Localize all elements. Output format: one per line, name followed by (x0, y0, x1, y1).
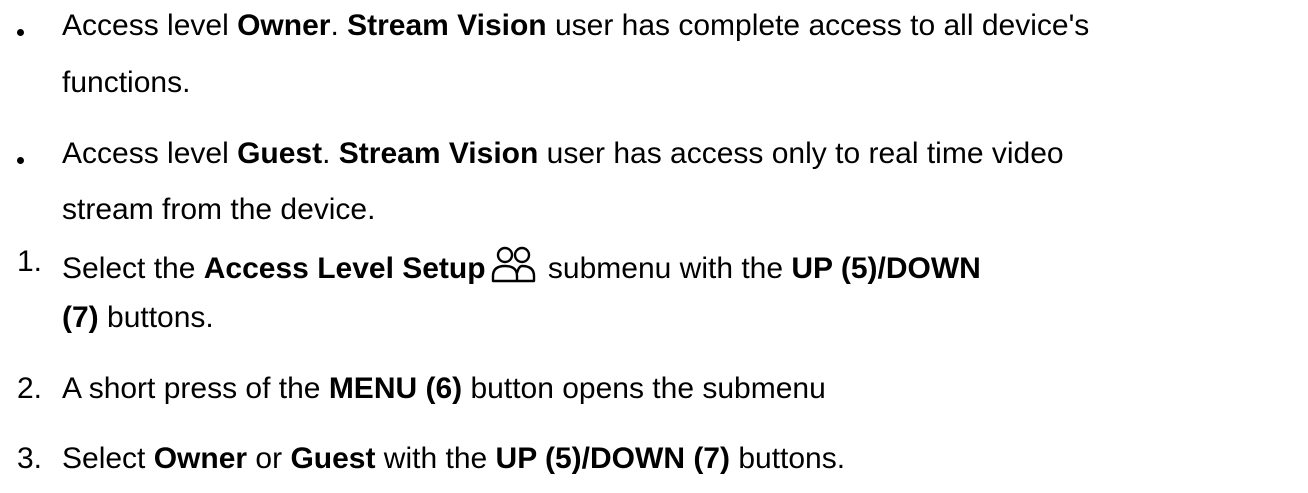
text: A short press of the (62, 372, 329, 405)
text: . (322, 137, 339, 170)
text: user has complete access to all device's (546, 9, 1090, 42)
button-name: UP (5)/DOWN (791, 252, 981, 285)
access-level-guest: Guest (237, 137, 323, 170)
text: buttons. (98, 301, 214, 334)
text: functions. (62, 66, 191, 99)
text: Select the (62, 252, 204, 285)
bullet-marker (17, 157, 24, 164)
step-number: 3. (17, 442, 43, 475)
text: Access level (62, 137, 238, 170)
text: submenu with the (539, 252, 792, 285)
bullet-owner-line-2: functions. (62, 65, 190, 101)
bullet-guest-line-1: Access level Guest. Stream Vision user h… (62, 136, 1064, 172)
submenu-name: Access Level Setup (203, 252, 486, 285)
button-name: (7) (62, 301, 99, 334)
bullet-owner-line-1: Access level Owner. Stream Vision user h… (62, 8, 1089, 44)
text: or (247, 442, 291, 475)
step-number: 2. (17, 372, 43, 405)
text: Access level (62, 9, 238, 42)
button-name: UP (5)/DOWN (7) (495, 442, 730, 475)
text: button opens the submenu (462, 372, 826, 405)
text: buttons. (729, 442, 846, 475)
text: stream from the device. (62, 193, 376, 226)
button-name: MENU (6) (328, 372, 463, 405)
step-2-line-1: A short press of the MENU (6) button ope… (62, 371, 826, 407)
step-3-line-1: Select Owner or Guest with the UP (5)/DO… (62, 441, 845, 477)
text: user has access only to real time video (538, 137, 1064, 170)
bullet-marker (17, 29, 24, 36)
app-name: Stream Vision (338, 137, 539, 170)
app-name: Stream Vision (347, 9, 547, 42)
text: Select (62, 442, 154, 475)
text: with the (375, 442, 496, 475)
step-number: 1. (17, 245, 43, 278)
text: . (330, 9, 348, 42)
bullet-guest-line-2: stream from the device. (62, 192, 375, 228)
users-icon (490, 244, 538, 284)
step-1-line-2: (7) buttons. (62, 300, 214, 336)
step-1-line-1: Select the Access Level Setup submenu wi… (62, 244, 981, 287)
access-level-owner: Owner (153, 442, 248, 475)
access-level-owner: Owner (237, 9, 331, 42)
access-level-guest: Guest (290, 442, 376, 475)
